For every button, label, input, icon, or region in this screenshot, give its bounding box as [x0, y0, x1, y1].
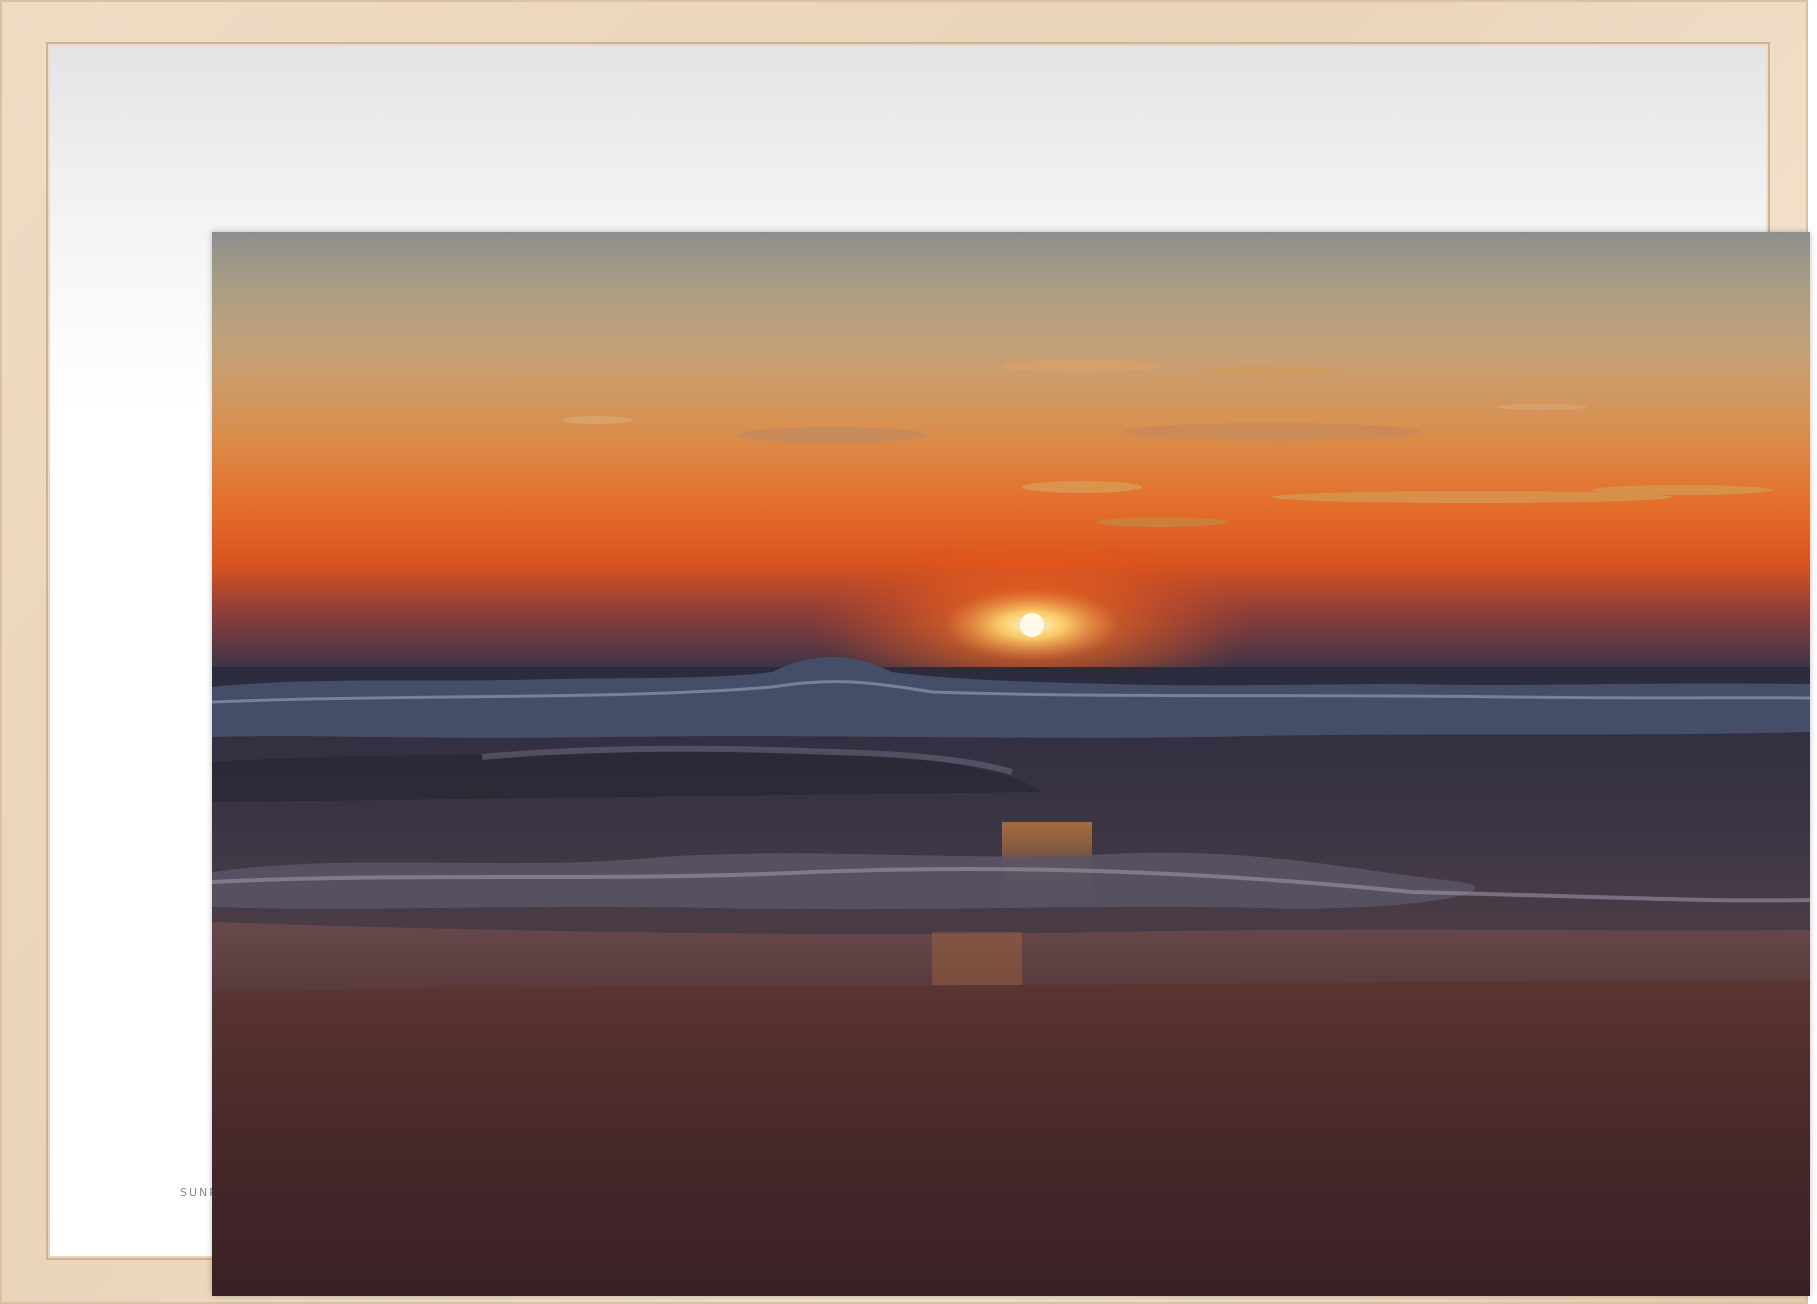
sun: [1020, 613, 1044, 637]
sand: [212, 980, 1810, 1296]
sunset-photo: [212, 232, 1810, 1296]
